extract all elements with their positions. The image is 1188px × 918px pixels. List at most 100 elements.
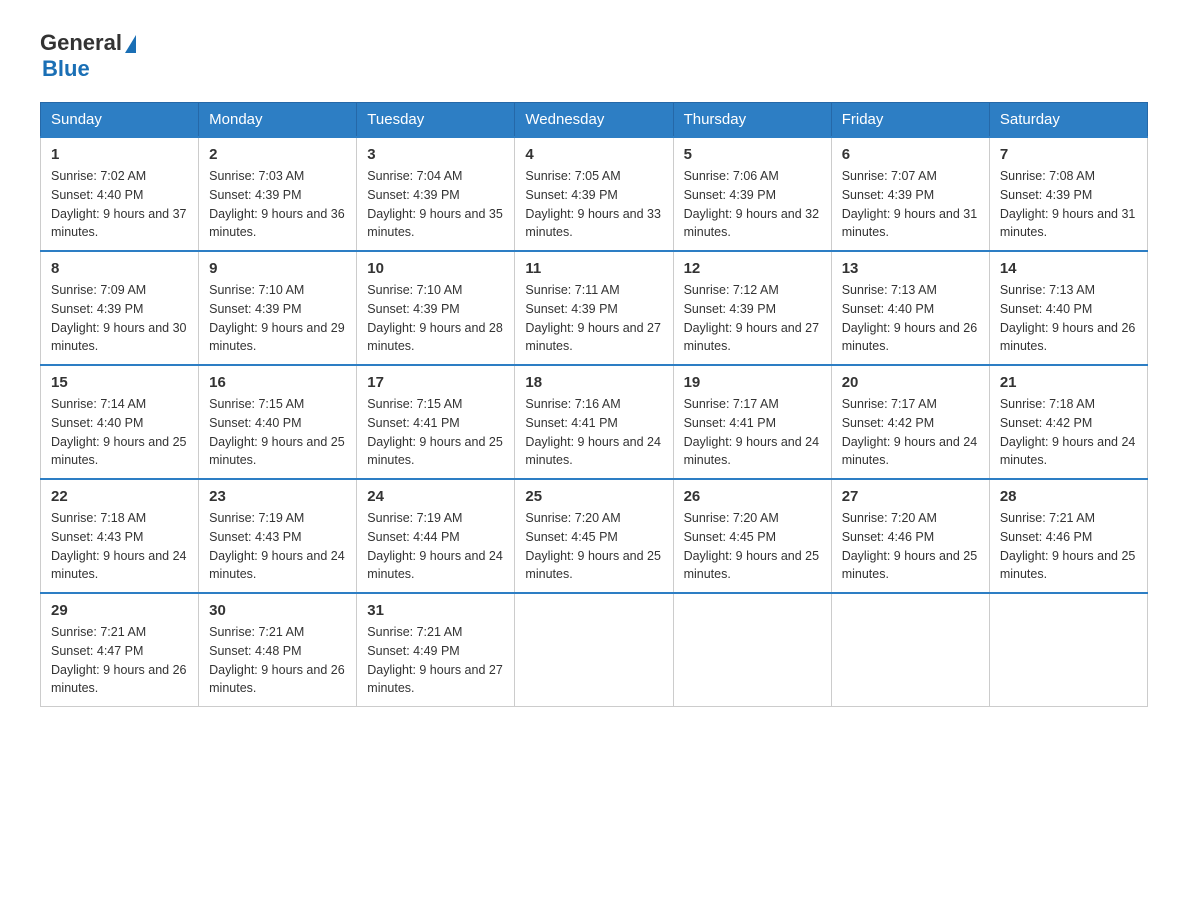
day-number: 23 (209, 488, 346, 505)
day-info: Sunrise: 7:15 AMSunset: 4:40 PMDaylight:… (209, 395, 346, 470)
day-info: Sunrise: 7:05 AMSunset: 4:39 PMDaylight:… (525, 167, 662, 242)
day-number: 16 (209, 374, 346, 391)
calendar-cell: 3 Sunrise: 7:04 AMSunset: 4:39 PMDaylight… (357, 137, 515, 251)
day-number: 26 (684, 488, 821, 505)
day-info: Sunrise: 7:08 AMSunset: 4:39 PMDaylight:… (1000, 167, 1137, 242)
day-info: Sunrise: 7:10 AMSunset: 4:39 PMDaylight:… (209, 281, 346, 356)
calendar-cell: 16 Sunrise: 7:15 AMSunset: 4:40 PMDayligh… (199, 365, 357, 479)
calendar-cell: 23 Sunrise: 7:19 AMSunset: 4:43 PMDayligh… (199, 479, 357, 593)
logo-blue-text: Blue (42, 56, 136, 82)
header-friday: Friday (831, 103, 989, 138)
calendar-cell: 10Sunrise: 7:10 AMSunset: 4:39 PMDayligh… (357, 251, 515, 365)
day-number: 31 (367, 602, 504, 619)
calendar-cell: 14 Sunrise: 7:13 AMSunset: 4:40 PMDayligh… (989, 251, 1147, 365)
day-number: 19 (684, 374, 821, 391)
day-number: 4 (525, 146, 662, 163)
calendar-cell: 25 Sunrise: 7:20 AMSunset: 4:45 PMDayligh… (515, 479, 673, 593)
calendar-week-row: 1 Sunrise: 7:02 AMSunset: 4:40 PMDaylight… (41, 137, 1148, 251)
day-number: 15 (51, 374, 188, 391)
day-number: 20 (842, 374, 979, 391)
day-info: Sunrise: 7:06 AMSunset: 4:39 PMDaylight:… (684, 167, 821, 242)
day-info: Sunrise: 7:09 AMSunset: 4:39 PMDaylight:… (51, 281, 188, 356)
calendar-cell: 30Sunrise: 7:21 AMSunset: 4:48 PMDayligh… (199, 593, 357, 707)
day-info: Sunrise: 7:18 AMSunset: 4:43 PMDaylight:… (51, 509, 188, 584)
day-number: 9 (209, 260, 346, 277)
day-number: 29 (51, 602, 188, 619)
calendar-cell: 26 Sunrise: 7:20 AMSunset: 4:45 PMDayligh… (673, 479, 831, 593)
day-info: Sunrise: 7:14 AMSunset: 4:40 PMDaylight:… (51, 395, 188, 470)
calendar-cell: 17 Sunrise: 7:15 AMSunset: 4:41 PMDayligh… (357, 365, 515, 479)
calendar-cell: 21 Sunrise: 7:18 AMSunset: 4:42 PMDayligh… (989, 365, 1147, 479)
calendar-cell: 28Sunrise: 7:21 AMSunset: 4:46 PMDayligh… (989, 479, 1147, 593)
day-info: Sunrise: 7:12 AMSunset: 4:39 PMDaylight:… (684, 281, 821, 356)
header-thursday: Thursday (673, 103, 831, 138)
calendar-cell: 4 Sunrise: 7:05 AMSunset: 4:39 PMDaylight… (515, 137, 673, 251)
day-number: 10 (367, 260, 504, 277)
calendar-cell (515, 593, 673, 707)
day-info: Sunrise: 7:16 AMSunset: 4:41 PMDaylight:… (525, 395, 662, 470)
day-info: Sunrise: 7:15 AMSunset: 4:41 PMDaylight:… (367, 395, 504, 470)
day-number: 13 (842, 260, 979, 277)
header-monday: Monday (199, 103, 357, 138)
header-sunday: Sunday (41, 103, 199, 138)
calendar-cell: 6 Sunrise: 7:07 AMSunset: 4:39 PMDaylight… (831, 137, 989, 251)
day-number: 14 (1000, 260, 1137, 277)
calendar-cell: 1 Sunrise: 7:02 AMSunset: 4:40 PMDaylight… (41, 137, 199, 251)
calendar-cell (831, 593, 989, 707)
logo-arrow-icon (125, 35, 136, 53)
day-info: Sunrise: 7:07 AMSunset: 4:39 PMDaylight:… (842, 167, 979, 242)
calendar-cell: 31 Sunrise: 7:21 AMSunset: 4:49 PMDayligh… (357, 593, 515, 707)
calendar-cell: 5 Sunrise: 7:06 AMSunset: 4:39 PMDaylight… (673, 137, 831, 251)
day-info: Sunrise: 7:17 AMSunset: 4:41 PMDaylight:… (684, 395, 821, 470)
day-number: 24 (367, 488, 504, 505)
calendar-cell: 15 Sunrise: 7:14 AMSunset: 4:40 PMDayligh… (41, 365, 199, 479)
day-info: Sunrise: 7:20 AMSunset: 4:46 PMDaylight:… (842, 509, 979, 584)
calendar-cell: 8Sunrise: 7:09 AMSunset: 4:39 PMDaylight… (41, 251, 199, 365)
day-number: 12 (684, 260, 821, 277)
calendar-cell: 29 Sunrise: 7:21 AMSunset: 4:47 PMDayligh… (41, 593, 199, 707)
day-number: 22 (51, 488, 188, 505)
calendar-header-row: SundayMondayTuesdayWednesdayThursdayFrid… (41, 103, 1148, 138)
calendar-cell (989, 593, 1147, 707)
calendar-cell: 19 Sunrise: 7:17 AMSunset: 4:41 PMDayligh… (673, 365, 831, 479)
day-info: Sunrise: 7:13 AMSunset: 4:40 PMDaylight:… (842, 281, 979, 356)
calendar-cell: 11 Sunrise: 7:11 AMSunset: 4:39 PMDayligh… (515, 251, 673, 365)
calendar-cell: 2Sunrise: 7:03 AMSunset: 4:39 PMDaylight… (199, 137, 357, 251)
calendar-cell: 12 Sunrise: 7:12 AMSunset: 4:39 PMDayligh… (673, 251, 831, 365)
day-info: Sunrise: 7:20 AMSunset: 4:45 PMDaylight:… (684, 509, 821, 584)
header-tuesday: Tuesday (357, 103, 515, 138)
calendar-table: SundayMondayTuesdayWednesdayThursdayFrid… (40, 102, 1148, 707)
calendar-week-row: 22 Sunrise: 7:18 AMSunset: 4:43 PMDayligh… (41, 479, 1148, 593)
calendar-week-row: 29 Sunrise: 7:21 AMSunset: 4:47 PMDayligh… (41, 593, 1148, 707)
day-info: Sunrise: 7:03 AMSunset: 4:39 PMDaylight:… (209, 167, 346, 242)
day-number: 17 (367, 374, 504, 391)
day-number: 3 (367, 146, 504, 163)
day-info: Sunrise: 7:19 AMSunset: 4:43 PMDaylight:… (209, 509, 346, 584)
day-info: Sunrise: 7:21 AMSunset: 4:49 PMDaylight:… (367, 623, 504, 698)
calendar-cell (673, 593, 831, 707)
day-info: Sunrise: 7:20 AMSunset: 4:45 PMDaylight:… (525, 509, 662, 584)
logo-general-text: General (40, 30, 122, 56)
day-number: 1 (51, 146, 188, 163)
day-info: Sunrise: 7:18 AMSunset: 4:42 PMDaylight:… (1000, 395, 1137, 470)
header-saturday: Saturday (989, 103, 1147, 138)
day-info: Sunrise: 7:02 AMSunset: 4:40 PMDaylight:… (51, 167, 188, 242)
day-number: 7 (1000, 146, 1137, 163)
day-number: 11 (525, 260, 662, 277)
calendar-cell: 27Sunrise: 7:20 AMSunset: 4:46 PMDayligh… (831, 479, 989, 593)
calendar-cell: 13 Sunrise: 7:13 AMSunset: 4:40 PMDayligh… (831, 251, 989, 365)
day-number: 5 (684, 146, 821, 163)
day-info: Sunrise: 7:19 AMSunset: 4:44 PMDaylight:… (367, 509, 504, 584)
day-info: Sunrise: 7:21 AMSunset: 4:46 PMDaylight:… (1000, 509, 1137, 584)
day-number: 30 (209, 602, 346, 619)
header-wednesday: Wednesday (515, 103, 673, 138)
day-info: Sunrise: 7:13 AMSunset: 4:40 PMDaylight:… (1000, 281, 1137, 356)
day-number: 6 (842, 146, 979, 163)
day-info: Sunrise: 7:04 AMSunset: 4:39 PMDaylight:… (367, 167, 504, 242)
day-info: Sunrise: 7:21 AMSunset: 4:47 PMDaylight:… (51, 623, 188, 698)
day-number: 25 (525, 488, 662, 505)
day-number: 21 (1000, 374, 1137, 391)
day-info: Sunrise: 7:11 AMSunset: 4:39 PMDaylight:… (525, 281, 662, 356)
calendar-cell: 24 Sunrise: 7:19 AMSunset: 4:44 PMDayligh… (357, 479, 515, 593)
day-info: Sunrise: 7:17 AMSunset: 4:42 PMDaylight:… (842, 395, 979, 470)
